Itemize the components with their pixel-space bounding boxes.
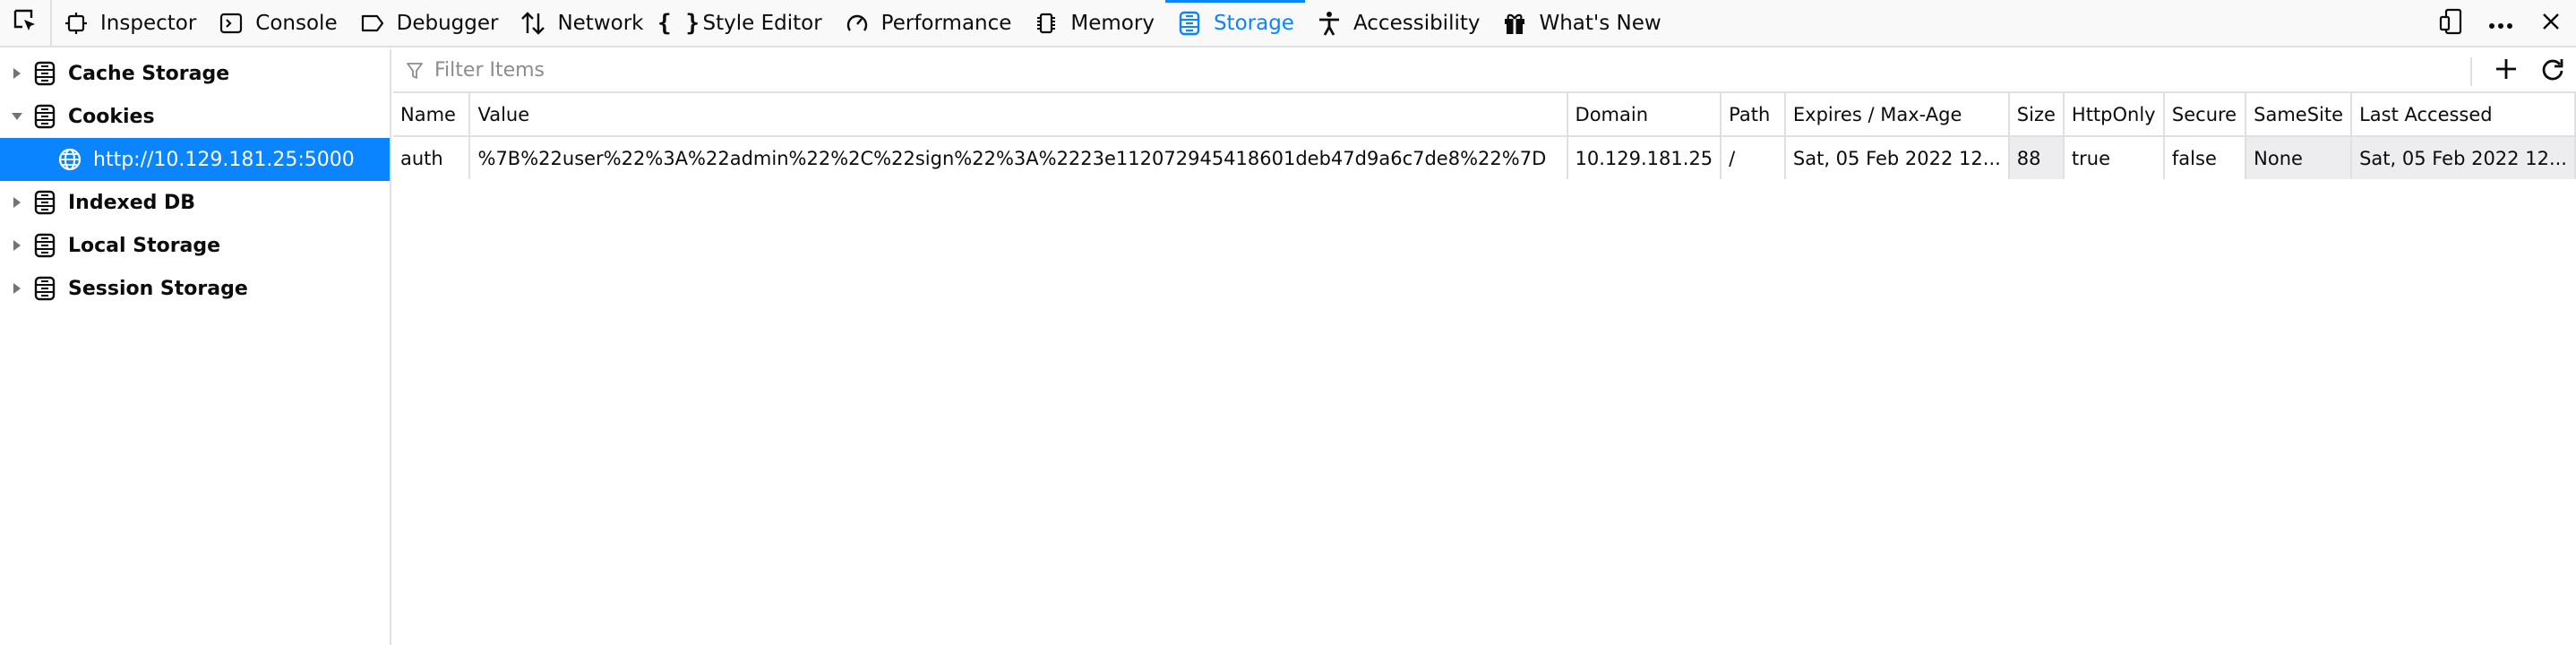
tab-console[interactable]: Console: [207, 0, 348, 47]
tree-item-label: Cache Storage: [68, 62, 230, 85]
add-item-button[interactable]: [2483, 49, 2529, 93]
cell-secure[interactable]: false: [2163, 136, 2247, 179]
chevron-right-icon[interactable]: [4, 238, 30, 253]
table-header-row: Name Value Domain Path Expires / Max-Age…: [393, 93, 2576, 137]
column-header-name[interactable]: Name: [393, 93, 471, 137]
cell-name[interactable]: auth: [393, 136, 471, 179]
more-options-button[interactable]: [2476, 0, 2526, 47]
cell-domain[interactable]: 10.129.181.25: [1567, 136, 1722, 179]
divider: [2470, 56, 2472, 86]
tab-label: Style Editor: [702, 11, 822, 35]
tab-style-editor[interactable]: { } Style Editor: [655, 0, 833, 47]
tab-performance[interactable]: Performance: [833, 0, 1023, 47]
storage-main-panel: Name Value Domain Path Expires / Max-Age…: [393, 49, 2576, 645]
cell-path[interactable]: /: [1721, 136, 1786, 179]
chevron-down-icon[interactable]: [4, 111, 30, 122]
responsive-design-button[interactable]: [2426, 0, 2476, 47]
debugger-icon: [359, 10, 386, 37]
column-header-httponly[interactable]: HttpOnly: [2063, 93, 2165, 137]
gift-icon: [1501, 10, 1528, 37]
column-header-samesite[interactable]: SameSite: [2245, 93, 2353, 137]
tree-item-cache-storage[interactable]: Cache Storage: [0, 52, 390, 95]
tab-label: Debugger: [396, 11, 499, 35]
tree-item-label: Local Storage: [68, 234, 221, 257]
database-icon: [30, 274, 59, 303]
column-header-expires[interactable]: Expires / Max-Age: [1784, 93, 2010, 137]
console-icon: [218, 10, 245, 37]
column-header-path[interactable]: Path: [1721, 93, 1786, 137]
tab-label: Storage: [1213, 11, 1294, 35]
database-icon: [30, 59, 59, 88]
database-icon: [30, 188, 59, 217]
tab-label: Inspector: [100, 11, 197, 35]
tree-item-label: Indexed DB: [68, 191, 196, 214]
responsive-design-icon: [2438, 8, 2463, 39]
filter-input[interactable]: [434, 59, 972, 82]
memory-icon: [1033, 10, 1060, 37]
chevron-right-icon[interactable]: [4, 66, 30, 81]
refresh-icon: [2540, 56, 2565, 86]
element-picker-button[interactable]: [0, 0, 52, 47]
column-header-domain[interactable]: Domain: [1567, 93, 1722, 137]
tree-item-cookies[interactable]: Cookies: [0, 95, 390, 138]
tree-item-local-storage[interactable]: Local Storage: [0, 224, 390, 267]
table-row[interactable]: auth %7B%22user%22%3A%22admin%22%2C%22si…: [393, 136, 2576, 179]
refresh-button[interactable]: [2529, 49, 2576, 93]
tab-network[interactable]: Network: [509, 0, 654, 47]
tab-whats-new[interactable]: What's New: [1490, 0, 1671, 47]
cell-size: 88: [2008, 136, 2065, 179]
cookies-table: Name Value Domain Path Expires / Max-Age…: [393, 93, 2576, 179]
tree-item-indexed-db[interactable]: Indexed DB: [0, 181, 390, 224]
cell-httponly[interactable]: true: [2063, 136, 2165, 179]
tab-inspector[interactable]: Inspector: [52, 0, 207, 47]
network-icon: [519, 10, 546, 37]
accessibility-icon: [1316, 10, 1343, 37]
cell-expires[interactable]: Sat, 05 Feb 2022 12...: [1784, 136, 2010, 179]
filter-bar: [393, 49, 2576, 93]
tab-storage[interactable]: Storage: [1164, 0, 1305, 47]
column-header-last-accessed[interactable]: Last Accessed: [2351, 93, 2576, 137]
close-icon: [2541, 12, 2561, 36]
tab-label: What's New: [1539, 11, 1662, 35]
tab-memory[interactable]: Memory: [1022, 0, 1165, 47]
inspector-icon: [63, 10, 90, 37]
tab-label: Network: [557, 11, 644, 35]
performance-icon: [844, 10, 871, 37]
storage-tree-sidebar: Cache Storage Cookies http://10.129.181.…: [0, 49, 391, 645]
tab-accessibility[interactable]: Accessibility: [1305, 0, 1491, 47]
cell-samesite: None: [2245, 136, 2353, 179]
globe-icon: [57, 146, 84, 173]
style-editor-icon: { }: [657, 9, 700, 37]
cell-value[interactable]: %7B%22user%22%3A%22admin%22%2C%22sign%22…: [469, 136, 1568, 179]
tab-label: Memory: [1070, 11, 1155, 35]
tree-item-cookie-host[interactable]: http://10.129.181.25:5000: [0, 138, 390, 181]
tree-item-label: Session Storage: [68, 277, 248, 300]
database-icon: [30, 102, 59, 131]
tree-item-label: Cookies: [68, 105, 155, 128]
tab-label: Accessibility: [1352, 11, 1481, 35]
plus-icon: [2494, 56, 2519, 86]
tab-label: Console: [255, 11, 338, 35]
filter-icon: [406, 61, 427, 81]
column-header-secure[interactable]: Secure: [2163, 93, 2247, 137]
database-icon: [30, 231, 59, 260]
tree-item-label: http://10.129.181.25:5000: [93, 148, 355, 171]
column-header-value[interactable]: Value: [469, 93, 1568, 137]
chevron-right-icon[interactable]: [4, 281, 30, 296]
tree-item-session-storage[interactable]: Session Storage: [0, 267, 390, 310]
close-devtools-button[interactable]: [2526, 0, 2576, 47]
devtools-toolbar: Inspector Console Debugger Network { } S…: [0, 0, 2576, 47]
more-options-icon: [2487, 13, 2514, 35]
cell-last-accessed: Sat, 05 Feb 2022 12...: [2351, 136, 2576, 179]
storage-icon: [1176, 10, 1203, 37]
tab-label: Performance: [880, 11, 1012, 35]
column-header-size[interactable]: Size: [2008, 93, 2065, 137]
element-picker-icon: [12, 7, 39, 39]
tab-debugger[interactable]: Debugger: [348, 0, 510, 47]
chevron-right-icon[interactable]: [4, 195, 30, 210]
